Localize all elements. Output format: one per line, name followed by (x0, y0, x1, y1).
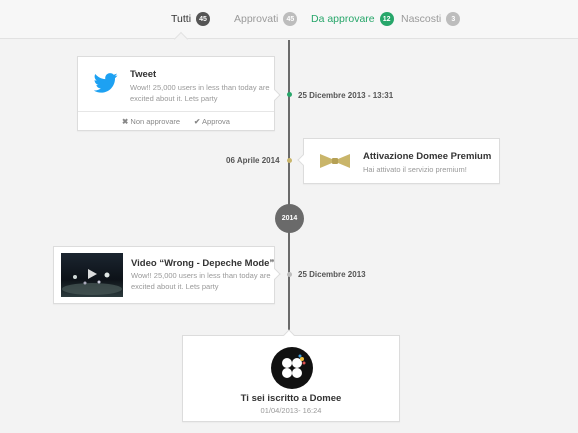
tab-da-approvare[interactable]: Da approvare 12 (311, 11, 394, 27)
card-arrow (297, 154, 309, 166)
reject-button[interactable]: ✖ Non approvare (122, 117, 180, 126)
video-card: Video “Wrong - Depeche Mode” Wow!! 25,00… (53, 246, 281, 304)
tweet-text: Wow!! 25,000 users in less than today ar… (130, 83, 270, 103)
check-icon: ✔ (194, 116, 201, 126)
twitter-bird-icon (93, 73, 118, 93)
tab-tutti[interactable]: Tutti 45 (171, 11, 211, 27)
tab-label: Nascosti (401, 13, 442, 25)
tab-label: Approvati (234, 13, 279, 25)
video-title: Video “Wrong - Depeche Mode” (131, 258, 275, 269)
signup-date: 01/04/2013- 16:24 (260, 406, 322, 415)
video-thumbnail[interactable] (61, 253, 123, 297)
tweet-actions: ✖ Non approvare ✔ Approva (78, 111, 274, 130)
premium-card: Attivazione Domee Premium Hai attivato i… (297, 138, 500, 184)
bowtie-icon (320, 153, 350, 169)
signup-card: Ti sei iscritto a Domee 01/04/2013- 16:2… (182, 329, 400, 422)
approve-button[interactable]: ✔ Approva (194, 117, 230, 126)
video-date: 25 Dicembre 2013 (298, 270, 366, 279)
premium-date: 06 Aprile 2014 (226, 156, 280, 165)
tab-nascosti[interactable]: Nascosti 3 (401, 11, 461, 27)
x-icon: ✖ (122, 116, 129, 126)
premium-title: Attivazione Domee Premium (363, 151, 492, 162)
premium-text: Hai attivato il servizio premium! (363, 165, 467, 174)
timeline-dot (286, 272, 292, 277)
year-marker: 2014 (275, 204, 304, 233)
approve-label: Approva (202, 116, 230, 126)
video-text: Wow!! 25,000 users in less than today ar… (131, 271, 271, 291)
timeline-dot (286, 158, 292, 163)
timeline-dot (286, 92, 292, 97)
timeline-line (288, 40, 290, 340)
domee-logo-icon (271, 347, 313, 389)
tab-count-badge: 12 (379, 12, 394, 26)
tab-count-badge: 3 (446, 12, 461, 26)
tweet-title: Tweet (130, 69, 157, 80)
tweet-card: Tweet Wow!! 25,000 users in less than to… (77, 56, 281, 131)
tab-count-badge: 45 (283, 12, 298, 26)
tab-label: Da approvare (311, 13, 375, 25)
card-arrow (283, 329, 295, 341)
tweet-date: 25 Dicembre 2013 - 13:31 (298, 91, 394, 100)
filter-tabs: Tutti 45 Approvati 45 Da approvare 12 Na… (0, 0, 578, 39)
signup-title: Ti sei iscritto a Domee (240, 393, 342, 404)
tab-label: Tutti (171, 13, 192, 25)
reject-label: Non approvare (130, 116, 181, 126)
tab-approvati[interactable]: Approvati 45 (234, 11, 298, 27)
card-arrow (269, 268, 281, 280)
tab-count-badge: 45 (196, 12, 211, 26)
